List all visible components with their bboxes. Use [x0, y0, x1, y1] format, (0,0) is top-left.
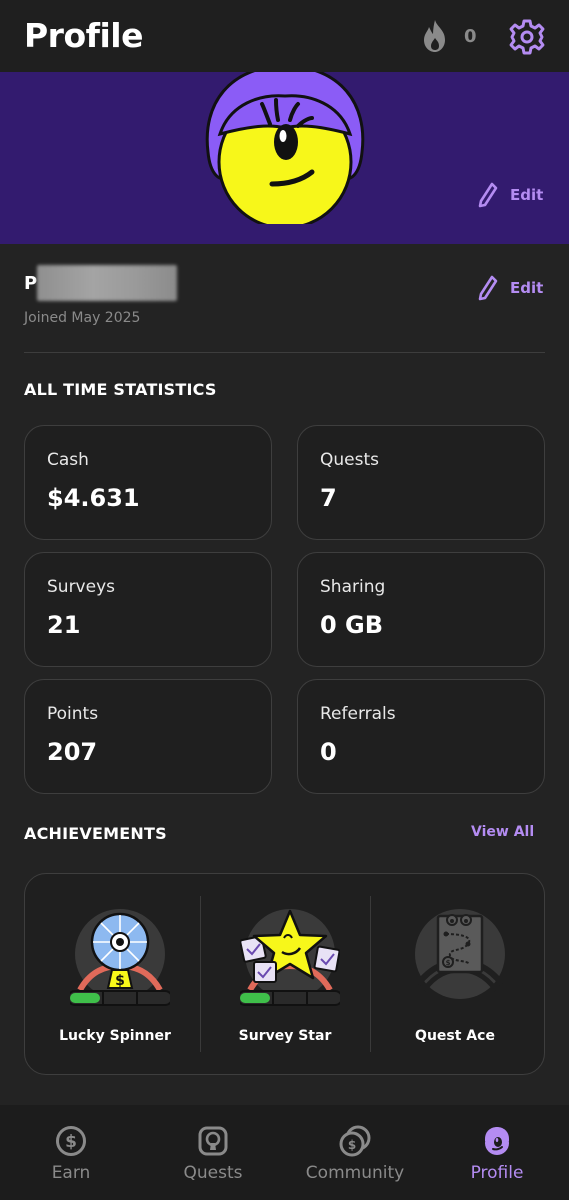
achievement-name: Quest Ace: [415, 1028, 495, 1044]
page-title: Profile: [24, 16, 144, 55]
view-all-link[interactable]: View All: [471, 824, 534, 840]
nav-community[interactable]: $ Community: [284, 1105, 426, 1200]
stat-value: 0: [320, 738, 337, 766]
streak-counter[interactable]: 0: [420, 18, 477, 54]
flame-icon: [424, 20, 445, 52]
profile-face-icon: [485, 1127, 509, 1155]
stat-value: $4.631: [47, 484, 140, 512]
stat-card-referrals: Referrals 0: [297, 679, 545, 794]
stat-card-surveys: Surveys 21: [24, 552, 272, 667]
stat-label: Quests: [320, 450, 379, 470]
nav-label: Earn: [51, 1163, 91, 1183]
avatar: [205, 72, 365, 224]
wheel-badge-icon: $: [70, 909, 170, 1006]
redacted-name: [37, 265, 178, 301]
divider: [24, 352, 545, 353]
edit-banner-label: Edit: [510, 186, 544, 204]
achievement-survey-star[interactable]: Survey Star: [200, 874, 370, 1074]
stat-label: Cash: [47, 450, 89, 470]
achievement-name: Survey Star: [238, 1028, 332, 1044]
stat-label: Surveys: [47, 577, 115, 597]
star-badge-icon: [240, 909, 340, 1006]
stat-card-cash: Cash $4.631: [24, 425, 272, 540]
edit-profile-label: Edit: [510, 279, 544, 297]
quest-map-badge-icon: $: [415, 909, 505, 999]
nav-earn[interactable]: $ Earn: [0, 1105, 142, 1200]
achievements-title: ACHIEVEMENTS: [24, 824, 167, 843]
stat-label: Sharing: [320, 577, 386, 597]
achievement-quest-ace[interactable]: $ Quest Ace: [370, 874, 540, 1074]
dollar-coin-icon: $: [56, 1126, 86, 1156]
bottom-navigation: $ Earn Quests $ Community Profile: [0, 1105, 569, 1200]
achievements-card: $ Lucky Spinner Survey Star $ Quest Ace: [24, 873, 545, 1075]
statistics-title: ALL TIME STATISTICS: [24, 380, 217, 399]
keyhole-icon: [198, 1126, 228, 1156]
user-name: P: [24, 265, 178, 301]
svg-text:$: $: [348, 1138, 356, 1152]
stat-card-sharing: Sharing 0 GB: [297, 552, 545, 667]
achievement-lucky-spinner[interactable]: $ Lucky Spinner: [30, 874, 200, 1074]
stat-value: 21: [47, 611, 81, 639]
edit-banner-button[interactable]: Edit: [478, 182, 543, 208]
stat-card-quests: Quests 7: [297, 425, 545, 540]
stat-value: 0 GB: [320, 611, 384, 639]
edit-profile-button[interactable]: Edit: [478, 275, 543, 301]
svg-text:$: $: [65, 1132, 77, 1152]
gear-icon[interactable]: [508, 18, 546, 56]
nav-label: Community: [305, 1163, 405, 1183]
svg-text:$: $: [446, 959, 451, 967]
svg-text:$: $: [115, 973, 125, 989]
top-header: Profile 0: [0, 0, 569, 72]
pencil-icon: [478, 182, 498, 208]
streak-count: 0: [464, 25, 477, 47]
user-name-initial: P: [24, 272, 38, 294]
stat-value: 7: [320, 484, 337, 512]
pencil-icon: [478, 275, 498, 301]
achievement-name: Lucky Spinner: [59, 1028, 171, 1044]
nav-quests[interactable]: Quests: [142, 1105, 284, 1200]
coins-icon: $: [339, 1125, 371, 1157]
nav-profile[interactable]: Profile: [426, 1105, 568, 1200]
nav-label: Profile: [470, 1163, 524, 1183]
stat-value: 207: [47, 738, 98, 766]
stat-label: Referrals: [320, 704, 396, 724]
stat-card-points: Points 207: [24, 679, 272, 794]
stat-label: Points: [47, 704, 99, 724]
profile-banner: Edit: [0, 72, 569, 244]
nav-label: Quests: [183, 1163, 243, 1183]
joined-date: Joined May 2025: [24, 310, 141, 326]
